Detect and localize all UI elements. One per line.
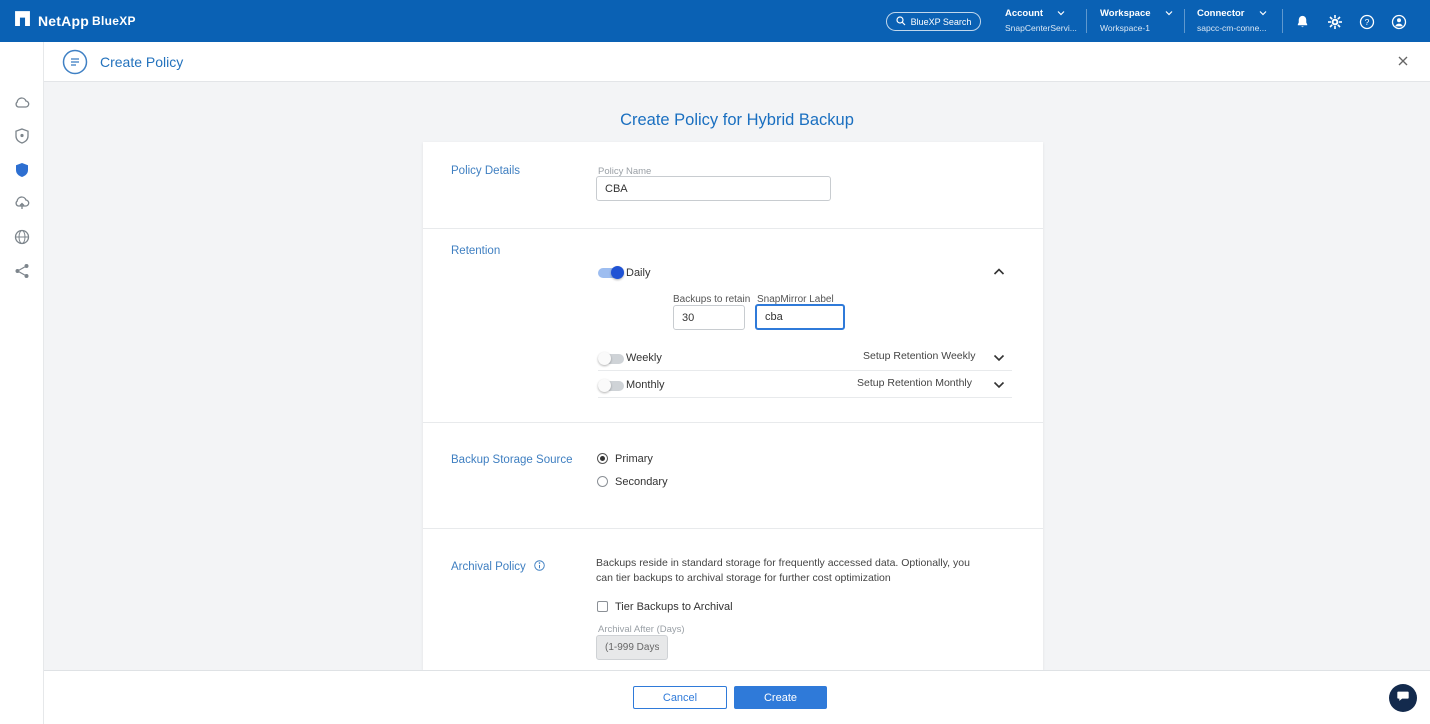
- app-root: NetApp BlueXP BlueXP Search Account Snap…: [0, 0, 1430, 724]
- monthly-label: Monthly: [626, 379, 665, 391]
- toggle-knob: [598, 379, 611, 392]
- create-button[interactable]: Create: [734, 686, 827, 709]
- daily-label: Daily: [626, 267, 650, 279]
- svg-text:?: ?: [1364, 17, 1369, 27]
- search-label: BlueXP Search: [911, 17, 972, 27]
- shield-icon[interactable]: [13, 161, 31, 179]
- page-title: Create Policy for Hybrid Backup: [44, 111, 1430, 130]
- section-divider: [423, 422, 1043, 423]
- policy-doc-icon: [62, 49, 88, 80]
- section-label-archival-policy: Archival Policy: [451, 560, 545, 574]
- secondary-radio-label: Secondary: [615, 476, 668, 488]
- cloud-icon[interactable]: [13, 94, 31, 112]
- workspace-menu[interactable]: Workspace Workspace-1: [1100, 8, 1192, 33]
- left-sidebar: [0, 42, 44, 724]
- setup-retention-weekly-label: Setup Retention Weekly: [863, 350, 975, 362]
- policy-name-input[interactable]: [596, 176, 831, 201]
- chevron-down-icon: [1057, 8, 1065, 19]
- toggle-knob: [611, 266, 624, 279]
- product-name: BlueXP: [92, 0, 136, 42]
- workspace-menu-label: Workspace: [1100, 8, 1151, 19]
- share-icon[interactable]: [13, 262, 31, 280]
- section-label-backup-storage-source: Backup Storage Source: [451, 454, 572, 466]
- brand-name: NetApp: [38, 13, 89, 29]
- section-divider: [423, 228, 1043, 229]
- page-header: Create Policy: [44, 42, 1430, 82]
- weekly-label: Weekly: [626, 352, 662, 364]
- shield-heart-icon[interactable]: [13, 127, 31, 145]
- primary-radio[interactable]: [597, 453, 608, 464]
- setup-retention-monthly-label: Setup Retention Monthly: [857, 377, 972, 389]
- account-menu[interactable]: Account SnapCenterServi...: [1005, 8, 1097, 33]
- page-header-title: Create Policy: [100, 54, 183, 70]
- chevron-down-icon[interactable]: [993, 349, 1005, 367]
- search-icon: [896, 16, 906, 28]
- chevron-down-icon: [1259, 8, 1267, 19]
- monthly-toggle[interactable]: [598, 379, 624, 392]
- archival-policy-label: Archival Policy: [451, 561, 526, 573]
- policy-form-card: Policy Details Policy Name Retention Dai…: [423, 142, 1043, 670]
- netapp-logo[interactable]: NetApp: [14, 0, 89, 42]
- chevron-up-icon[interactable]: [993, 263, 1005, 281]
- primary-radio-label: Primary: [615, 453, 653, 465]
- close-icon[interactable]: [1396, 54, 1412, 70]
- backups-to-retain-input[interactable]: [673, 305, 745, 330]
- info-icon[interactable]: [534, 560, 545, 574]
- help-icon[interactable]: ?: [1358, 13, 1375, 30]
- topbar-separator: [1282, 9, 1283, 33]
- bluexp-search[interactable]: BlueXP Search: [886, 12, 981, 31]
- tier-backups-checkbox-label: Tier Backups to Archival: [615, 601, 733, 613]
- cloud-backup-icon[interactable]: [13, 194, 31, 212]
- archival-description: Backups reside in standard storage for f…: [596, 556, 970, 586]
- archival-after-input[interactable]: [596, 635, 668, 660]
- topbar-separator: [1086, 9, 1087, 33]
- connector-menu[interactable]: Connector sapcc-cm-conne...: [1197, 8, 1289, 33]
- archival-description-line1: Backups reside in standard storage for f…: [596, 556, 970, 571]
- account-menu-label: Account: [1005, 8, 1043, 19]
- backups-to-retain-label: Backups to retain: [673, 294, 750, 305]
- secondary-radio[interactable]: [597, 476, 608, 487]
- tier-backups-checkbox[interactable]: [597, 601, 608, 612]
- content-area: Create Policy for Hybrid Backup Policy D…: [44, 82, 1430, 670]
- connector-menu-value: sapcc-cm-conne...: [1197, 23, 1289, 33]
- snapmirror-label-input[interactable]: [755, 304, 845, 330]
- section-divider: [423, 528, 1043, 529]
- top-navigation-bar: NetApp BlueXP BlueXP Search Account Snap…: [0, 0, 1430, 42]
- chat-button[interactable]: [1389, 684, 1417, 712]
- row-divider: [598, 370, 1012, 371]
- section-label-policy-details: Policy Details: [451, 165, 520, 177]
- workspace-menu-value: Workspace-1: [1100, 23, 1192, 33]
- footer-bar: Cancel Create: [44, 670, 1430, 724]
- globe-icon[interactable]: [13, 228, 31, 246]
- row-divider: [598, 397, 1012, 398]
- connector-menu-label: Connector: [1197, 8, 1245, 19]
- user-icon[interactable]: [1390, 13, 1407, 30]
- chat-icon: [1396, 689, 1410, 708]
- weekly-toggle[interactable]: [598, 352, 624, 365]
- archival-after-label: Archival After (Days): [598, 624, 685, 635]
- section-label-retention: Retention: [451, 245, 500, 257]
- bell-icon[interactable]: [1294, 13, 1311, 30]
- daily-toggle[interactable]: [598, 266, 624, 279]
- archival-description-line2: can tier backups to archival storage for…: [596, 571, 970, 586]
- account-menu-value: SnapCenterServi...: [1005, 23, 1097, 33]
- chevron-down-icon: [1165, 8, 1173, 19]
- netapp-logo-icon: [14, 10, 31, 32]
- gear-icon[interactable]: [1326, 13, 1343, 30]
- chevron-down-icon[interactable]: [993, 376, 1005, 394]
- cancel-button[interactable]: Cancel: [633, 686, 727, 709]
- toggle-knob: [598, 352, 611, 365]
- topbar-separator: [1184, 9, 1185, 33]
